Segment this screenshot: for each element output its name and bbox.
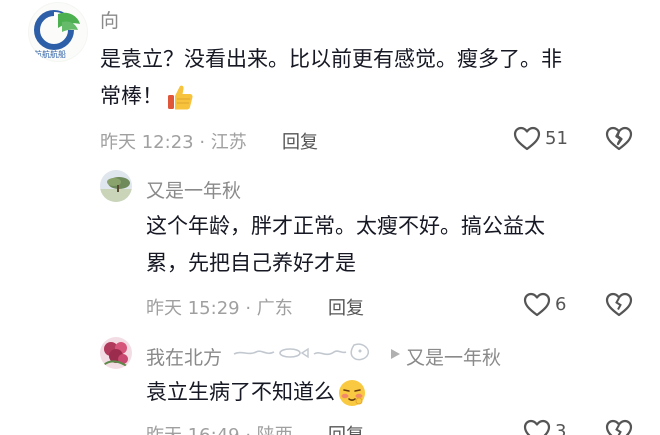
broken-heart-icon[interactable] xyxy=(605,126,633,152)
comment-author[interactable]: 我在北方 xyxy=(146,343,222,370)
comment-text: 这个年龄，胖才正常。太瘦不好。搞公益太 累，先把自己养好才是 xyxy=(146,208,636,282)
decorative-signature-icon xyxy=(233,343,370,361)
avatar[interactable] xyxy=(100,170,132,202)
play-arrow-icon xyxy=(391,349,400,359)
avatar[interactable] xyxy=(100,337,132,369)
heart-icon[interactable] xyxy=(523,419,551,435)
reply-button[interactable]: 回复 xyxy=(328,421,364,435)
comment-text-line: 这个年龄，胖才正常。太瘦不好。搞公益太 xyxy=(146,214,545,238)
broken-heart-icon[interactable] xyxy=(605,419,633,435)
like-count: 51 xyxy=(545,128,568,149)
comment-text-line: 袁立生病了不知道么 xyxy=(146,380,335,404)
comment-text-line: 是袁立？没看出来。比以前更有感觉。瘦多了。非 xyxy=(100,47,562,71)
comment-text-line: 常棒！ xyxy=(100,78,640,115)
comment-text: 袁立生病了不知道么 xyxy=(146,374,636,411)
shy-face-emoji xyxy=(339,379,365,406)
heart-icon[interactable] xyxy=(513,126,541,152)
like-count: 6 xyxy=(555,294,567,315)
like-count: 3 xyxy=(555,421,567,435)
avatar[interactable]: 航航航船 xyxy=(28,2,88,62)
comment-text-segment: 常棒！ xyxy=(100,84,163,108)
avatar-image xyxy=(100,337,132,369)
comment-text: 是袁立？没看出来。比以前更有感觉。瘦多了。非 常棒！ xyxy=(100,41,640,115)
comment-timestamp: 昨天 12:23 · 江苏 xyxy=(100,132,247,153)
thumbs-up-emoji xyxy=(168,85,193,109)
avatar-caption: 航航航船 xyxy=(34,50,66,59)
comment-text-line: 累，先把自己养好才是 xyxy=(146,251,356,275)
avatar-image xyxy=(100,170,132,202)
broken-heart-icon[interactable] xyxy=(605,292,633,318)
comment-author[interactable]: 又是一年秋 xyxy=(146,176,241,203)
reply-button[interactable]: 回复 xyxy=(282,128,318,154)
comment-author[interactable]: 向 xyxy=(100,6,119,33)
reply-button[interactable]: 回复 xyxy=(328,294,364,320)
comment-timestamp: 昨天 15:29 · 广东 xyxy=(146,298,293,319)
comment-timestamp: 昨天 16:49 · 陕西 xyxy=(146,421,293,435)
reply-target-author[interactable]: 又是一年秋 xyxy=(406,343,501,370)
heart-icon[interactable] xyxy=(523,292,551,318)
